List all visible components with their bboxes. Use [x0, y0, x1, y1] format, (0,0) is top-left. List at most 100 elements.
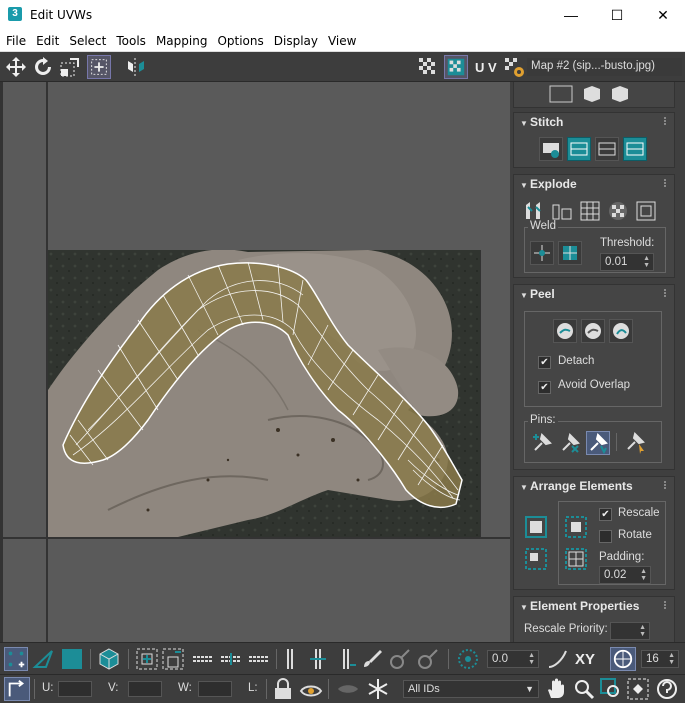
freeze-icon[interactable]	[366, 677, 390, 701]
map-settings-icon[interactable]	[502, 55, 526, 79]
id-filter-dropdown[interactable]: All IDs ▼	[403, 680, 539, 698]
minimize-button[interactable]: —	[548, 0, 594, 30]
menu-display[interactable]: Display	[268, 30, 322, 48]
pack-normalize-button[interactable]	[524, 515, 548, 539]
explode-header[interactable]: ▼ Explode	[514, 175, 674, 195]
checker-pattern-icon[interactable]	[416, 55, 440, 79]
threshold-spinner[interactable]: 0.01 ▲ ▼	[600, 253, 654, 271]
falloff-curve-icon[interactable]	[546, 647, 570, 671]
uv-axis-label[interactable]: U V	[475, 60, 497, 75]
avoid-overlap-checkbox[interactable]: ✔	[538, 381, 551, 394]
ring-shrink-icon[interactable]	[334, 647, 358, 671]
weld-target-button[interactable]	[558, 241, 582, 265]
paint-shrink-icon[interactable]	[416, 647, 440, 671]
stitch-custom-button[interactable]	[539, 137, 563, 161]
absolute-offset-icon[interactable]	[4, 677, 30, 701]
grid-size-spinner[interactable]: 16 ▲ ▼	[641, 650, 679, 668]
stitch-to-source-button[interactable]	[567, 137, 591, 161]
rollout-element-properties: ▼ Element Properties Rescale Priority: ▲ ▼	[513, 596, 675, 642]
rollout-previous	[513, 82, 675, 108]
ring-selection-icon[interactable]	[280, 647, 300, 671]
soft-selection-icon[interactable]	[456, 647, 480, 671]
show-map-icon[interactable]	[444, 55, 468, 79]
edit-pins-button[interactable]	[530, 431, 554, 455]
flatten-by-material-button[interactable]	[634, 199, 658, 223]
arrange-header[interactable]: ▼ Arrange Elements	[514, 477, 674, 497]
loop-selection-icon[interactable]	[191, 647, 215, 671]
close-button[interactable]: ✕	[640, 0, 685, 30]
menu-tools[interactable]: Tools	[110, 30, 150, 48]
bottom-toolbar-transform: U: V: W: L: All IDs ▼	[0, 674, 685, 703]
detach-checkbox[interactable]: ✔	[538, 356, 551, 369]
menu-view[interactable]: View	[322, 30, 360, 48]
scale-icon[interactable]	[58, 55, 82, 79]
select-pinned-button[interactable]	[624, 431, 648, 455]
pack-custom-button[interactable]	[564, 515, 588, 539]
zoom-region-icon[interactable]	[599, 677, 623, 701]
element-mode-icon[interactable]	[97, 647, 121, 671]
menu-options[interactable]: Options	[211, 30, 267, 48]
reset-peel-button[interactable]	[609, 319, 633, 343]
quick-peel-button[interactable]	[553, 319, 577, 343]
lock-selection-icon[interactable]	[272, 677, 294, 701]
paint-grow-icon[interactable]	[388, 647, 412, 671]
texture-map-image	[48, 250, 480, 537]
peel-mode-button[interactable]	[581, 319, 605, 343]
ring-grow-icon[interactable]	[306, 647, 330, 671]
freeform-mode-icon[interactable]	[87, 55, 111, 79]
mirror-icon[interactable]	[124, 55, 148, 79]
menu-file[interactable]: File	[0, 30, 30, 48]
v-coordinate-field[interactable]	[128, 681, 162, 697]
rescale-priority-spinner[interactable]: ▲ ▼	[610, 622, 650, 640]
menu-mapping[interactable]: Mapping	[150, 30, 212, 48]
hidden-elements-icon[interactable]	[336, 677, 360, 701]
delete-pins-button[interactable]	[558, 431, 582, 455]
w-coordinate-field[interactable]	[198, 681, 232, 697]
stitch-to-target-button[interactable]	[595, 137, 619, 161]
rollout-peel: ▼ Peel ✔ Detach ✔ Avoid Overlap Pins:	[513, 284, 675, 470]
flatten-by-smoothing-button[interactable]	[606, 199, 630, 223]
grid-snap-icon[interactable]	[610, 647, 636, 671]
falloff-spinner[interactable]: 0.0 ▲ ▼	[487, 650, 539, 668]
u-coordinate-field[interactable]	[58, 681, 92, 697]
shrink-selection-icon[interactable]	[161, 647, 185, 671]
uv-editor-viewport[interactable]	[0, 82, 510, 642]
rescale-label: Rescale	[618, 507, 660, 519]
stitch-header[interactable]: ▼ Stitch	[514, 113, 674, 133]
pan-hand-icon[interactable]	[544, 677, 568, 701]
padding-spinner[interactable]: 0.02 ▲ ▼	[599, 566, 651, 584]
w-label: W:	[178, 682, 192, 694]
paint-select-icon[interactable]	[360, 647, 384, 671]
loop-shrink-icon[interactable]	[247, 647, 271, 671]
separator	[276, 649, 277, 669]
vertex-mode-icon[interactable]	[4, 647, 28, 671]
hide-show-icon[interactable]	[299, 677, 323, 701]
help-icon[interactable]	[654, 677, 680, 701]
maximize-button[interactable]: ☐	[594, 0, 640, 30]
menu-select[interactable]: Select	[63, 30, 110, 48]
pack-together-button[interactable]	[524, 547, 548, 571]
xy-space-label[interactable]: XY	[575, 651, 595, 668]
map-selector-dropdown[interactable]: Map #2 (sip...-busto.jpg)	[527, 58, 682, 76]
move-icon[interactable]	[4, 55, 28, 79]
arrange-title: Arrange Elements	[530, 479, 633, 493]
rotate-checkbox[interactable]	[599, 530, 612, 543]
auto-pin-moved-button[interactable]	[586, 431, 610, 455]
peel-header[interactable]: ▼ Peel	[514, 285, 674, 305]
weld-selected-button[interactable]	[530, 241, 554, 265]
zoom-extents-icon[interactable]	[626, 677, 650, 701]
rotate-icon[interactable]	[31, 55, 55, 79]
loop-grow-icon[interactable]	[219, 647, 243, 671]
edge-mode-icon[interactable]	[32, 647, 56, 671]
polygon-mode-icon[interactable]	[60, 647, 84, 671]
rescale-checkbox[interactable]: ✔	[599, 508, 612, 521]
pack-grouped-button[interactable]	[564, 547, 588, 571]
map-type-icons[interactable]	[548, 83, 638, 105]
stitch-average-button[interactable]	[623, 137, 647, 161]
element-properties-header[interactable]: ▼ Element Properties	[514, 597, 674, 617]
menu-edit[interactable]: Edit	[30, 30, 63, 48]
flatten-by-polygon-button[interactable]	[578, 199, 602, 223]
pin-icon	[533, 433, 552, 451]
zoom-icon[interactable]	[572, 677, 596, 701]
grow-selection-icon[interactable]	[135, 647, 159, 671]
